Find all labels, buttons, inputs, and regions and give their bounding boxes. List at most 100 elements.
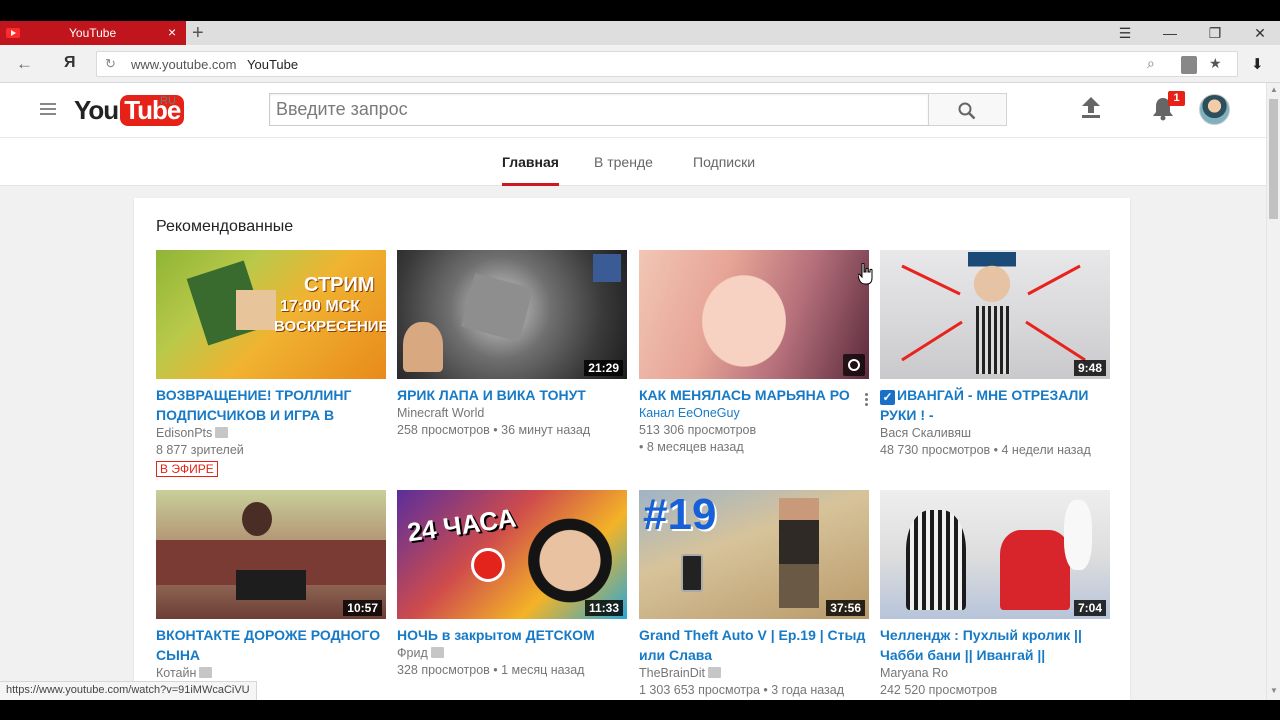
video-views: 1 303 653 просмотра xyxy=(639,683,760,697)
search-input[interactable] xyxy=(270,94,928,125)
channel-name[interactable]: TheBrainDit xyxy=(639,666,705,680)
video-duration: 7:04 xyxy=(1073,600,1106,616)
channel-name[interactable]: EdisonPts xyxy=(156,426,212,440)
video-age: 3 года назад xyxy=(771,683,845,697)
video-card[interactable]: 10:57 ВКОНТАКТЕ ДОРОЖЕ РОДНОГО СЫНА Кота… xyxy=(156,490,386,682)
scroll-up-arrow-icon[interactable]: ▲ xyxy=(1270,85,1278,94)
youtube-masthead: You Tube RU 1 xyxy=(0,83,1266,138)
snowman-art xyxy=(1064,500,1092,570)
video-title[interactable]: ВКОНТАКТЕ ДОРОЖЕ РОДНОГО СЫНА xyxy=(156,625,386,665)
tab-trending[interactable]: В тренде xyxy=(594,154,653,186)
tab-home[interactable]: Главная xyxy=(502,154,559,186)
thumb-caption: СТРИМ xyxy=(304,274,375,296)
checkbox-icon: ✓ xyxy=(880,390,895,405)
alarm-clock-art xyxy=(471,548,505,582)
video-card[interactable]: 7:04 Челлендж : Пухлый кролик || Чабби б… xyxy=(880,490,1110,699)
back-arrow-icon[interactable]: ← xyxy=(16,54,33,74)
video-thumbnail[interactable]: 7:04 xyxy=(880,490,1110,619)
protect-icon[interactable] xyxy=(1181,56,1197,74)
video-thumbnail[interactable]: 9:48 xyxy=(880,250,1110,379)
video-title-text: ИВАНГАЙ - МНЕ ОТРЕЗАЛИ РУКИ ! - xyxy=(880,387,1089,423)
upload-icon[interactable] xyxy=(1082,97,1100,119)
scroll-thumb[interactable] xyxy=(1269,99,1278,219)
video-thumbnail[interactable] xyxy=(639,250,869,379)
video-channel[interactable]: Maryana Ro xyxy=(880,665,1110,682)
thumb-art xyxy=(779,498,819,608)
video-card[interactable]: КАК МЕНЯЛАСЬ МАРЬЯНА РО Канал EeOneGuy 5… xyxy=(639,250,869,456)
reload-icon[interactable]: ↻ xyxy=(105,56,116,72)
url-host: www.youtube.com xyxy=(131,57,237,72)
video-title[interactable]: НОЧЬ в закрытом ДЕТСКОМ xyxy=(397,625,627,645)
browser-tab-youtube[interactable]: YouTube × xyxy=(0,21,186,45)
video-channel[interactable]: Котайн xyxy=(156,665,386,682)
video-channel[interactable]: Канал EeOneGuy xyxy=(639,405,869,422)
video-channel[interactable]: EdisonPts xyxy=(156,425,386,442)
mouse-cursor-icon xyxy=(858,263,873,285)
video-title[interactable]: КАК МЕНЯЛАСЬ МАРЬЯНА РО xyxy=(639,385,869,405)
video-card[interactable]: #19 37:56 Grand Theft Auto V | Ep.19 | С… xyxy=(639,490,869,699)
more-actions-icon[interactable] xyxy=(865,393,869,408)
thumb-art xyxy=(236,290,276,330)
video-title[interactable]: Челлендж : Пухлый кролик || Чабби бани |… xyxy=(880,625,1110,665)
video-title[interactable]: ЯРИК ЛАПА И ВИКА ТОНУТ xyxy=(397,385,627,405)
browser-menu-icon[interactable]: ☰ xyxy=(1110,21,1140,45)
screen: YouTube × + ☰ — ❐ ✕ ← Я ↻ www.youtube.co… xyxy=(0,0,1280,720)
tab-subscriptions[interactable]: Подписки xyxy=(693,154,755,186)
search-box xyxy=(269,93,929,126)
thumb-caption: ВОСКРЕСЕНИЕ xyxy=(274,318,386,335)
scroll-down-arrow-icon[interactable]: ▼ xyxy=(1270,686,1278,695)
letterbox-top xyxy=(0,0,1280,21)
page-scrollbar[interactable]: ▲ ▼ xyxy=(1266,83,1280,700)
home-tabs: Главная В тренде Подписки xyxy=(0,138,1266,186)
video-channel[interactable]: Фрид xyxy=(397,645,627,662)
user-avatar[interactable] xyxy=(1199,94,1230,125)
yandex-button[interactable]: Я xyxy=(64,54,76,72)
video-stats: 258 просмотров • 36 минут назад xyxy=(397,423,591,437)
guide-menu-icon[interactable] xyxy=(40,103,56,118)
youtube-favicon-icon xyxy=(6,28,20,38)
download-icon[interactable]: ⬇ xyxy=(1251,55,1264,73)
new-tab-button[interactable]: + xyxy=(192,21,204,45)
phone-art xyxy=(681,554,703,592)
video-duration: 21:29 xyxy=(584,360,623,376)
bookmark-star-icon[interactable]: ★ xyxy=(1209,55,1222,72)
url-page-title: YouTube xyxy=(247,57,299,72)
notification-count-badge[interactable]: 1 xyxy=(1168,91,1185,106)
video-thumbnail[interactable]: 10:57 xyxy=(156,490,386,619)
search-icon xyxy=(958,102,976,120)
tab-close-icon[interactable]: × xyxy=(168,24,176,40)
video-viewers: 8 877 зрителей xyxy=(156,443,244,457)
watch-later-icon[interactable] xyxy=(843,354,865,376)
video-card[interactable]: СТРИМ 17:00 МСК ВОСКРЕСЕНИЕ ВОЗВРАЩЕНИЕ!… xyxy=(156,250,386,478)
channel-name[interactable]: Фрид xyxy=(397,646,428,660)
video-stats: 1 303 653 просмотра • 3 года назад xyxy=(639,683,845,697)
close-window-button[interactable]: ✕ xyxy=(1245,21,1275,45)
video-thumbnail[interactable]: #19 37:56 xyxy=(639,490,869,619)
video-title[interactable]: ✓ ИВАНГАЙ - МНЕ ОТРЕЗАЛИ РУКИ ! - xyxy=(880,385,1110,425)
video-thumbnail[interactable]: 21:29 xyxy=(397,250,627,379)
verified-icon xyxy=(215,427,229,438)
video-channel[interactable]: Вася Скаливяш xyxy=(880,425,1110,442)
video-card[interactable]: 24 ЧАСА 11:33 НОЧЬ в закрытом ДЕТСКОМ Фр… xyxy=(397,490,627,679)
thumb-art xyxy=(242,502,272,536)
recommended-section: Рекомендованные СТРИМ 17:00 МСК ВОСКРЕСЕ… xyxy=(134,198,1130,700)
video-card[interactable]: 9:48 ✓ ИВАНГАЙ - МНЕ ОТРЕЗАЛИ РУКИ ! - Ва… xyxy=(880,250,1110,459)
video-views: 258 просмотров xyxy=(397,423,490,437)
video-channel[interactable]: Minecraft World xyxy=(397,405,627,422)
tab-title: YouTube xyxy=(69,26,117,40)
video-thumbnail[interactable]: 24 ЧАСА 11:33 xyxy=(397,490,627,619)
video-title[interactable]: Grand Theft Auto V | Ep.19 | Стыд или Сл… xyxy=(639,625,869,665)
search-button[interactable] xyxy=(928,93,1007,126)
video-views: 242 520 просмотров xyxy=(880,683,998,697)
channel-name[interactable]: Котайн xyxy=(156,666,196,680)
zoom-icon[interactable]: ⌕ xyxy=(1147,55,1155,72)
video-title[interactable]: ВОЗВРАЩЕНИЕ! ТРОЛЛИНГ ПОДПИСЧИКОВ И ИГРА… xyxy=(156,385,386,425)
video-thumbnail[interactable]: СТРИМ 17:00 МСК ВОСКРЕСЕНИЕ xyxy=(156,250,386,379)
thumb-art xyxy=(460,273,534,342)
minimize-button[interactable]: — xyxy=(1155,21,1185,45)
thumb-caption: 17:00 МСК xyxy=(280,298,361,315)
video-channel[interactable]: TheBrainDit xyxy=(639,665,869,682)
restore-button[interactable]: ❐ xyxy=(1200,21,1230,45)
video-card[interactable]: 21:29 ЯРИК ЛАПА И ВИКА ТОНУТ Minecraft W… xyxy=(397,250,627,439)
url-field[interactable]: ↻ www.youtube.com YouTube ⌕ ★ xyxy=(96,51,1238,77)
